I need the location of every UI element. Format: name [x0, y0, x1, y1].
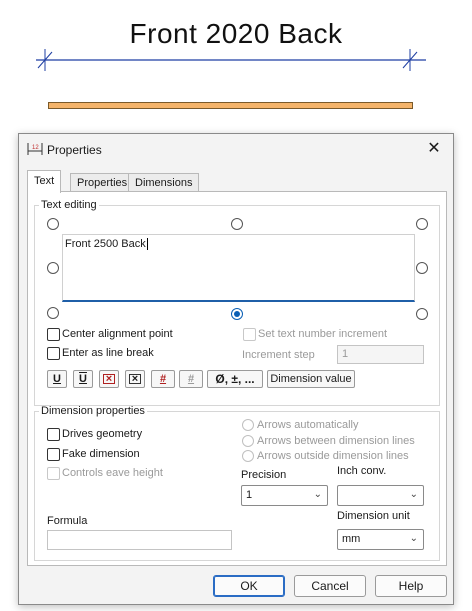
- line-break-label: Enter as line break: [62, 347, 154, 359]
- underline-button[interactable]: U: [47, 370, 67, 388]
- cancel-button[interactable]: Cancel: [294, 575, 366, 597]
- line-break-checkbox[interactable]: [47, 347, 60, 360]
- align-bottom-right-radio[interactable]: [416, 308, 428, 320]
- align-middle-right-radio[interactable]: [416, 262, 428, 274]
- dimension-properties-legend: Dimension properties: [41, 405, 145, 417]
- dimension-properties-icon: 12: [27, 143, 43, 155]
- align-top-center-radio[interactable]: [231, 218, 243, 230]
- chevron-down-icon: ⌄: [313, 489, 322, 500]
- drives-geometry-label: Drives geometry: [62, 428, 143, 440]
- increment-step-input[interactable]: 1: [337, 345, 424, 364]
- controls-eave-checkbox[interactable]: [47, 467, 60, 480]
- dimension-text-editor[interactable]: Front 2500 Back: [62, 234, 415, 302]
- precision-select[interactable]: 1 ⌄: [241, 485, 328, 506]
- inch-conv-label: Inch conv.: [337, 465, 387, 477]
- arrows-outside-label: Arrows outside dimension lines: [257, 450, 409, 462]
- dialog-title: Properties: [47, 143, 102, 157]
- set-increment-checkbox[interactable]: [243, 328, 256, 341]
- number-format-button[interactable]: #: [179, 370, 203, 388]
- drives-geometry-checkbox[interactable]: [47, 428, 60, 441]
- ok-button[interactable]: OK: [213, 575, 285, 597]
- tab-text[interactable]: Text: [27, 170, 62, 193]
- tab-properties[interactable]: Properties: [70, 173, 135, 192]
- controls-eave-label: Controls eave height: [62, 467, 163, 479]
- properties-dialog: 12 Properties ✕ Text Properties Dimensio…: [18, 133, 454, 605]
- dimension-value-button[interactable]: Dimension value: [267, 370, 355, 388]
- number-increment-button[interactable]: #: [151, 370, 175, 388]
- inch-conv-select[interactable]: ⌄: [337, 485, 424, 506]
- set-increment-label: Set text number increment: [258, 328, 388, 340]
- svg-text:12: 12: [32, 145, 39, 151]
- box-text-button[interactable]: ×: [125, 370, 145, 388]
- formula-input[interactable]: [47, 530, 232, 550]
- align-bottom-left-radio[interactable]: [47, 307, 59, 319]
- arrows-outside-radio[interactable]: [242, 450, 254, 462]
- dimension-unit-select[interactable]: mm ⌄: [337, 529, 424, 550]
- increment-step-label: Increment step: [242, 349, 315, 361]
- chevron-down-icon: ⌄: [409, 489, 418, 500]
- close-icon[interactable]: ✕: [423, 138, 445, 160]
- double-underline-button[interactable]: U: [73, 370, 93, 388]
- center-alignment-label: Center alignment point: [62, 328, 173, 340]
- dimension-unit-value: mm: [342, 533, 361, 545]
- arrows-between-radio[interactable]: [242, 435, 254, 447]
- tab-dimensions[interactable]: Dimensions: [128, 173, 200, 192]
- beam-element: [48, 102, 413, 109]
- arrows-auto-radio[interactable]: [242, 419, 254, 431]
- precision-label: Precision: [241, 469, 287, 481]
- dimension-unit-label: Dimension unit: [337, 510, 410, 522]
- align-middle-left-radio[interactable]: [47, 262, 59, 274]
- arrows-auto-label: Arrows automatically: [257, 419, 359, 431]
- formula-label: Formula: [47, 515, 88, 527]
- align-bottom-center-radio[interactable]: [231, 308, 243, 320]
- tab-panel: Text editing Front 2500 Back Center alig…: [27, 191, 447, 566]
- strikethrough-box-button[interactable]: ×: [99, 370, 119, 388]
- chevron-down-icon: ⌄: [409, 533, 418, 544]
- arrows-between-label: Arrows between dimension lines: [257, 435, 415, 447]
- center-alignment-checkbox[interactable]: [47, 328, 60, 341]
- symbols-button[interactable]: Ø, ±, ...: [207, 370, 263, 388]
- dimension-line: [36, 49, 426, 71]
- precision-value: 1: [246, 489, 253, 501]
- fake-dimension-checkbox[interactable]: [47, 448, 60, 461]
- align-top-left-radio[interactable]: [47, 218, 59, 230]
- text-editing-legend: Text editing: [41, 199, 97, 211]
- help-button[interactable]: Help: [375, 575, 447, 597]
- title-bar[interactable]: 12 Properties ✕: [19, 134, 453, 164]
- text-cursor: [146, 238, 148, 250]
- align-top-right-radio[interactable]: [416, 218, 428, 230]
- fake-dimension-label: Fake dimension: [62, 448, 140, 460]
- dimension-text-value: Front 2500 Back: [65, 238, 146, 250]
